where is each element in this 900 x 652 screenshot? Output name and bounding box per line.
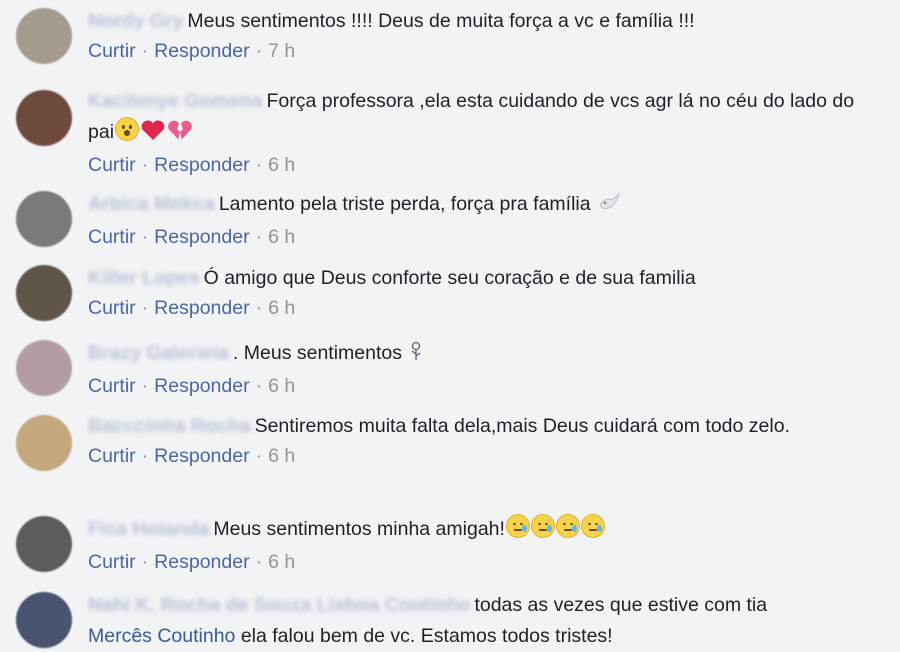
comment-actions: Curtir · Responder · 6 h	[88, 550, 870, 574]
comment-author[interactable]: Brazy Galerieia	[88, 338, 229, 369]
separator: ·	[141, 154, 149, 176]
red-heart-icon	[140, 119, 166, 151]
sleepy-face-icon	[505, 514, 530, 548]
avatar[interactable]	[16, 265, 72, 321]
comment-text-continued: ela falou bem de vc. Estamos todos trist…	[240, 625, 613, 647]
reply-button[interactable]: Responder	[154, 551, 249, 573]
timestamp[interactable]: 6 h	[268, 226, 295, 248]
avatar[interactable]	[16, 191, 72, 247]
separator: ·	[255, 40, 263, 62]
separator: ·	[141, 375, 149, 397]
comment-author[interactable]: Killer Lopes	[88, 263, 200, 294]
avatar[interactable]	[16, 90, 72, 146]
comment-actions: Curtir · Responder · 7 h	[88, 39, 870, 63]
separator: ·	[255, 445, 263, 467]
comment-text: . Meus sentimentos	[232, 342, 402, 364]
hushed-face-icon	[115, 117, 140, 151]
timestamp[interactable]: 6 h	[268, 297, 295, 319]
like-button[interactable]: Curtir	[88, 154, 136, 176]
separator: ·	[141, 445, 149, 467]
comment-actions: Curtir · Responder · 6 h	[88, 444, 870, 468]
sleepy-face-icon	[530, 514, 555, 548]
broken-heart-icon	[167, 119, 193, 151]
comment-author[interactable]: Arbica Mokca	[88, 189, 215, 220]
avatar[interactable]	[16, 340, 72, 396]
reply-button[interactable]: Responder	[154, 297, 249, 319]
comment-text: Meus sentimentos !!!! Deus de muita forç…	[187, 10, 695, 32]
dove-icon	[597, 191, 623, 223]
comment-actions: Curtir · Responder · 6 h	[88, 225, 870, 249]
separator: ·	[141, 551, 149, 573]
separator: ·	[255, 551, 263, 573]
timestamp[interactable]: 7 h	[268, 40, 295, 62]
comment-text: Meus sentimentos minha amigah!	[213, 518, 505, 540]
comment-actions: Curtir · Responder · 6 h	[88, 153, 870, 177]
separator: ·	[141, 297, 149, 319]
avatar[interactable]	[16, 516, 72, 572]
comment-actions: Curtir · Responder · 6 h	[88, 296, 870, 320]
comment-text: todas as vezes que estive com tia	[474, 594, 768, 616]
comment-author[interactable]: Nahi K. Rocha de Souza Lisboa Coutinho	[88, 590, 470, 621]
like-button[interactable]: Curtir	[88, 226, 136, 248]
separator: ·	[141, 226, 149, 248]
avatar[interactable]	[16, 415, 72, 471]
separator: ·	[141, 40, 149, 62]
comment-author[interactable]: Kacilenye Gomena	[88, 86, 263, 117]
mention-link[interactable]: Mercês Coutinho	[88, 625, 235, 647]
comment-text: Sentiremos muita falta dela,mais Deus cu…	[254, 415, 790, 437]
avatar[interactable]	[16, 8, 72, 64]
comment-actions: Curtir · Responder · 6 h	[88, 374, 870, 398]
reply-button[interactable]: Responder	[154, 445, 249, 467]
like-button[interactable]: Curtir	[88, 297, 136, 319]
sleepy-face-icon	[580, 514, 605, 548]
reply-button[interactable]: Responder	[154, 226, 249, 248]
comment-text: Ó amigo que Deus conforte seu coração e …	[203, 267, 696, 289]
like-button[interactable]: Curtir	[88, 551, 136, 573]
reply-button[interactable]: Responder	[154, 40, 249, 62]
comment-list: Nordy Gry Meus sentimentos !!!! Deus de m…	[0, 0, 900, 650]
comment-author[interactable]: Fica Holanda	[88, 514, 209, 545]
timestamp[interactable]: 6 h	[268, 154, 295, 176]
like-button[interactable]: Curtir	[88, 445, 136, 467]
sleepy-face-icon	[555, 514, 580, 548]
like-button[interactable]: Curtir	[88, 40, 136, 62]
timestamp[interactable]: 6 h	[268, 375, 295, 397]
separator: ·	[255, 297, 263, 319]
like-button[interactable]: Curtir	[88, 375, 136, 397]
avatar[interactable]	[16, 592, 72, 648]
rose-icon	[408, 340, 424, 372]
timestamp[interactable]: 6 h	[268, 445, 295, 467]
comment-text: Lamento pela triste perda, força pra fam…	[218, 193, 591, 215]
timestamp[interactable]: 6 h	[268, 551, 295, 573]
reply-button[interactable]: Responder	[154, 154, 249, 176]
comment-author[interactable]: Bacccinha Rocha	[88, 411, 251, 442]
separator: ·	[255, 226, 263, 248]
separator: ·	[255, 375, 263, 397]
comment-author[interactable]: Nordy Gry	[88, 6, 183, 37]
reply-button[interactable]: Responder	[154, 375, 249, 397]
separator: ·	[255, 154, 263, 176]
